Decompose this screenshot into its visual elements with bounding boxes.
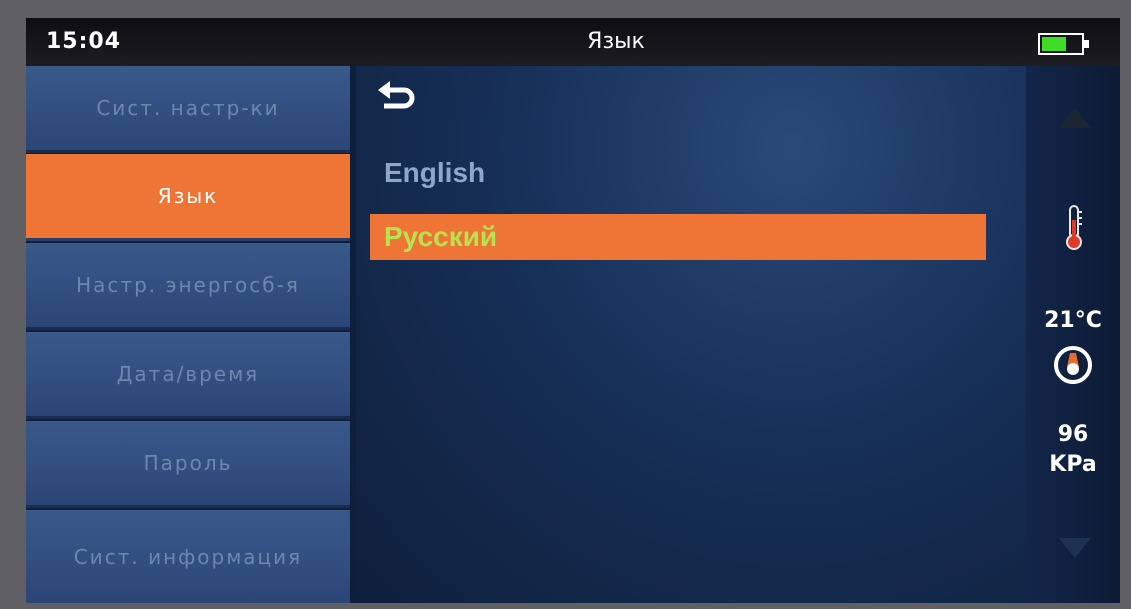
language-panel: English Русский (356, 66, 1026, 603)
sidebar-item-date-time[interactable]: Дата/время (26, 332, 350, 419)
gauge-icon (1054, 346, 1092, 384)
thermometer-icon (1066, 205, 1082, 250)
pressure-value: 96 (1057, 422, 1089, 447)
sidebar-item-system-info[interactable]: Сист. информация (26, 510, 350, 603)
back-arrow-icon[interactable] (376, 78, 420, 114)
pressure-unit: KPa (1049, 452, 1097, 477)
sidebar-item-system-settings[interactable]: Сист. настр-ки (26, 66, 350, 153)
sidebar-item-label: Пароль (143, 451, 233, 475)
language-option-russian[interactable]: Русский (370, 214, 986, 260)
language-option-english[interactable]: English (370, 150, 986, 196)
status-sidebar: 21°C 96 KPa (1026, 66, 1120, 603)
temperature-readout: 21°C (1044, 308, 1102, 333)
clock: 15:04 (46, 29, 122, 54)
status-bar: 15:04 Язык (26, 18, 1120, 66)
sidebar-item-label: Сист. настр-ки (96, 96, 280, 120)
arrow-up-icon[interactable] (1059, 108, 1091, 128)
page-title: Язык (587, 29, 645, 54)
sidebar-item-power-saving[interactable]: Настр. энергосб-я (26, 243, 350, 330)
device-screen: 15:04 Язык Сист. настр-ки Язык Настр. эн… (26, 18, 1120, 603)
sidebar-item-label: Язык (157, 184, 219, 208)
sidebar-item-label: Сист. информация (73, 544, 303, 569)
battery-icon (1038, 33, 1089, 55)
sidebar-item-language[interactable]: Язык (26, 154, 350, 241)
sidebar-item-label: Настр. энергосб-я (76, 273, 300, 297)
sidebar-item-label: Дата/время (116, 362, 260, 386)
sidebar-item-password[interactable]: Пароль (26, 421, 350, 508)
arrow-down-icon[interactable] (1059, 538, 1091, 558)
settings-sidebar: Сист. настр-ки Язык Настр. энергосб-я Да… (26, 66, 356, 603)
pressure-readout: 96 KPa (1026, 420, 1120, 480)
